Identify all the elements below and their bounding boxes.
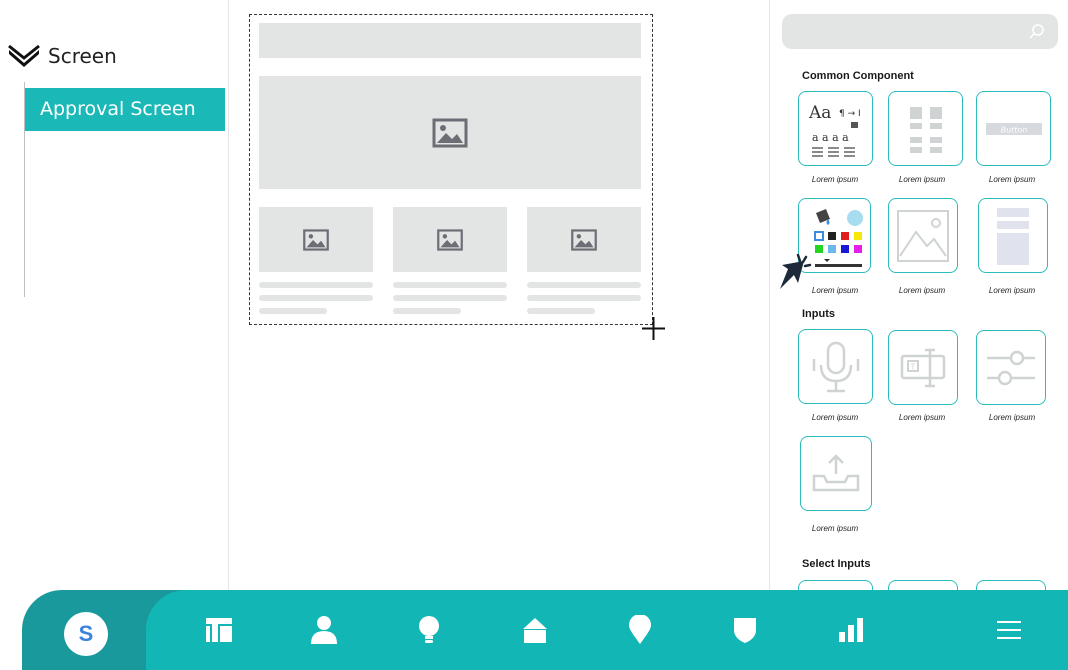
tree-root-label: Screen: [48, 44, 117, 68]
layout-blocks-icon: [997, 207, 1029, 265]
component-tile-upload[interactable]: [800, 436, 872, 511]
dashboard-icon[interactable]: [203, 614, 235, 646]
wireframe-text-line: [259, 282, 373, 288]
component-tile-select-2[interactable]: [888, 580, 958, 590]
image-icon: [571, 228, 597, 251]
typography-sample-small: a a a a: [812, 131, 849, 144]
tile-caption: Lorem ipsum: [988, 413, 1036, 422]
user-icon[interactable]: [308, 614, 340, 646]
component-tile-layout-blocks[interactable]: [978, 198, 1048, 273]
wireframe-text-line: [527, 308, 595, 314]
wireframe-card-image-2[interactable]: [393, 207, 507, 272]
typography-sample-big: Aa: [808, 103, 831, 123]
svg-text:T: T: [910, 362, 916, 371]
section-title-select-inputs: Select Inputs: [802, 558, 871, 570]
home-icon[interactable]: [519, 614, 551, 646]
microphone-icon: [812, 341, 859, 392]
typography-icon: Aa ¶ → I a a a a: [808, 103, 861, 157]
nav-background: [146, 590, 1068, 670]
component-tile-sliders[interactable]: [976, 330, 1046, 405]
tile-caption: Lorem ipsum: [811, 175, 859, 184]
search-icon[interactable]: [1028, 23, 1046, 41]
text-field-icon: T: [900, 348, 946, 387]
shield-icon[interactable]: [729, 614, 761, 646]
component-tile-typography[interactable]: Aa ¶ → I a a a a: [798, 91, 873, 166]
lightbulb-icon[interactable]: [413, 614, 445, 646]
tile-caption: Lorem ipsum: [898, 286, 946, 295]
component-tile-microphone[interactable]: [798, 329, 873, 404]
component-tile-image[interactable]: [888, 198, 958, 273]
wireframe-card-image-1[interactable]: [259, 207, 373, 272]
bar-chart-icon[interactable]: [835, 614, 867, 646]
pointer-cursor-icon: [780, 253, 812, 289]
wireframe-text-line: [259, 295, 373, 301]
component-search-input[interactable]: [782, 14, 1058, 49]
tile-caption: Lorem ipsum: [898, 175, 946, 184]
tile-caption: Lorem ipsum: [988, 175, 1036, 184]
component-tile-layout-grid[interactable]: [888, 91, 963, 166]
crosshair-cursor-icon: [642, 317, 665, 340]
button-sample-text: Button: [1000, 125, 1027, 134]
wireframe-text-line: [259, 308, 327, 314]
component-tile-button[interactable]: Button: [976, 91, 1051, 166]
menu-icon[interactable]: [993, 614, 1025, 646]
tile-caption: Lorem ipsum: [811, 413, 859, 422]
wireframe-header-bar[interactable]: [259, 23, 641, 58]
component-tile-select-3[interactable]: [976, 580, 1046, 590]
tree-item-approval-screen[interactable]: Approval Screen: [25, 88, 225, 131]
tile-caption: Lorem ipsum: [898, 413, 946, 422]
chevron-down-icon[interactable]: [8, 44, 40, 68]
wireframe-text-line: [527, 295, 641, 301]
wireframe-text-line: [393, 282, 507, 288]
section-title-inputs: Inputs: [802, 308, 835, 320]
typography-sample-mark: ¶ → I: [839, 109, 861, 119]
wireframe-hero-image[interactable]: [259, 76, 641, 189]
tile-caption: Lorem ipsum: [811, 524, 859, 533]
screen-tree-panel: Screen Approval Screen: [0, 0, 229, 590]
upload-icon: [812, 453, 860, 491]
location-pin-icon[interactable]: [624, 614, 656, 646]
component-panel: Common Component Aa ¶ → I a a a a Lorem …: [769, 0, 1068, 590]
wireframe-text-line: [527, 282, 641, 288]
sliders-icon: [987, 350, 1035, 385]
section-title-common: Common Component: [802, 70, 914, 82]
avatar[interactable]: S: [64, 612, 108, 656]
component-tile-text-field[interactable]: T: [888, 330, 958, 405]
wireframe-text-line: [393, 308, 461, 314]
image-icon: [303, 228, 329, 251]
button-icon: Button: [985, 122, 1042, 135]
image-icon: [437, 228, 463, 251]
bottom-nav-bar: S: [0, 590, 1068, 670]
tile-caption: Lorem ipsum: [988, 286, 1036, 295]
image-placeholder-icon: [897, 209, 949, 262]
wireframe-text-line: [393, 295, 507, 301]
wireframe-card-image-3[interactable]: [527, 207, 641, 272]
image-icon: [432, 118, 468, 147]
tree-root-screen[interactable]: Screen: [8, 44, 117, 68]
layout-grid-icon: [909, 106, 942, 153]
component-tile-select-1[interactable]: [798, 580, 873, 590]
